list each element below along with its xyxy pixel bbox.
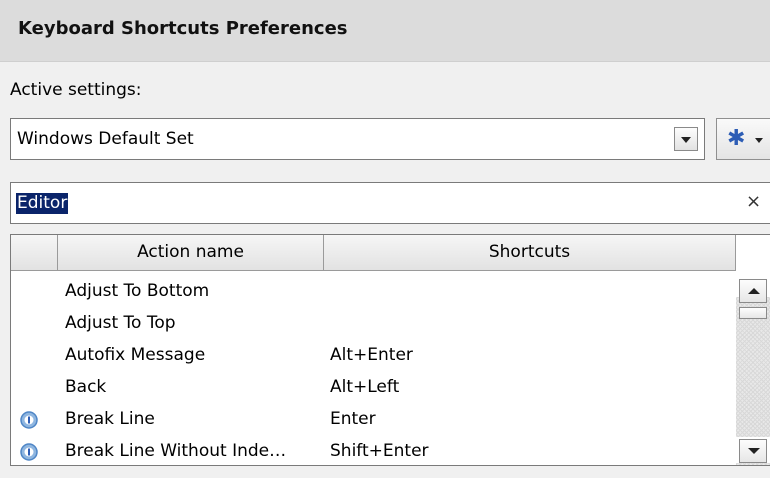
shortcut-cell: Enter: [330, 409, 376, 429]
filter-field[interactable]: Editor ×: [10, 182, 770, 224]
arrow-down-icon: [748, 448, 760, 454]
table-row[interactable]: Adjust To Bottom: [11, 276, 736, 308]
action-name-cell: Back: [65, 377, 107, 397]
action-name-cell: Autofix Message: [65, 345, 206, 365]
table-row[interactable]: Adjust To Top: [11, 308, 736, 340]
shortcut-cell: Shift+Enter: [330, 441, 429, 461]
info-badge-icon: [20, 443, 38, 461]
table-row[interactable]: Break Line Enter: [11, 404, 736, 436]
clear-filter-icon[interactable]: ×: [746, 191, 761, 212]
scroll-down-button[interactable]: [736, 437, 770, 463]
shortcut-cell: Alt+Enter: [330, 345, 413, 365]
chevron-down-icon: [681, 137, 691, 143]
dropdown-button[interactable]: [674, 127, 698, 151]
shortcuts-table: Action name Shortcuts Adjust To Bottom Ad…: [10, 234, 770, 466]
action-name-cell: Break Line Without Inde…: [65, 441, 287, 461]
action-name-cell: Adjust To Top: [65, 313, 176, 333]
active-settings-value: Windows Default Set: [17, 129, 194, 149]
action-name-cell: Break Line: [65, 409, 155, 429]
action-name-cell: Adjust To Bottom: [65, 281, 210, 301]
gear-icon: ✱: [727, 126, 746, 151]
table-row[interactable]: Break Line Without Inde… Shift+Enter: [11, 436, 736, 465]
scrollbar-thumb[interactable]: [739, 307, 767, 319]
caret-down-icon: [755, 138, 763, 143]
vertical-scrollbar[interactable]: [736, 271, 770, 465]
scroll-up-button[interactable]: [736, 271, 770, 303]
panel-header: Keyboard Shortcuts Preferences: [0, 0, 770, 62]
table-header: Action name Shortcuts: [11, 235, 736, 271]
active-settings-label: Active settings:: [10, 80, 142, 100]
page-title: Keyboard Shortcuts Preferences: [18, 18, 348, 39]
table-row[interactable]: Back Alt+Left: [11, 372, 736, 404]
filter-input-value[interactable]: Editor: [16, 193, 69, 214]
column-header-action-name[interactable]: Action name: [58, 235, 324, 270]
active-settings-dropdown[interactable]: Windows Default Set: [10, 118, 705, 160]
column-header-shortcuts[interactable]: Shortcuts: [324, 235, 736, 270]
settings-menu-button[interactable]: ✱: [716, 118, 770, 160]
table-row[interactable]: Autofix Message Alt+Enter: [11, 340, 736, 372]
arrow-up-icon: [748, 288, 760, 294]
shortcut-cell: Alt+Left: [330, 377, 400, 397]
column-header-icon[interactable]: [11, 235, 58, 270]
info-badge-icon: [20, 411, 38, 429]
